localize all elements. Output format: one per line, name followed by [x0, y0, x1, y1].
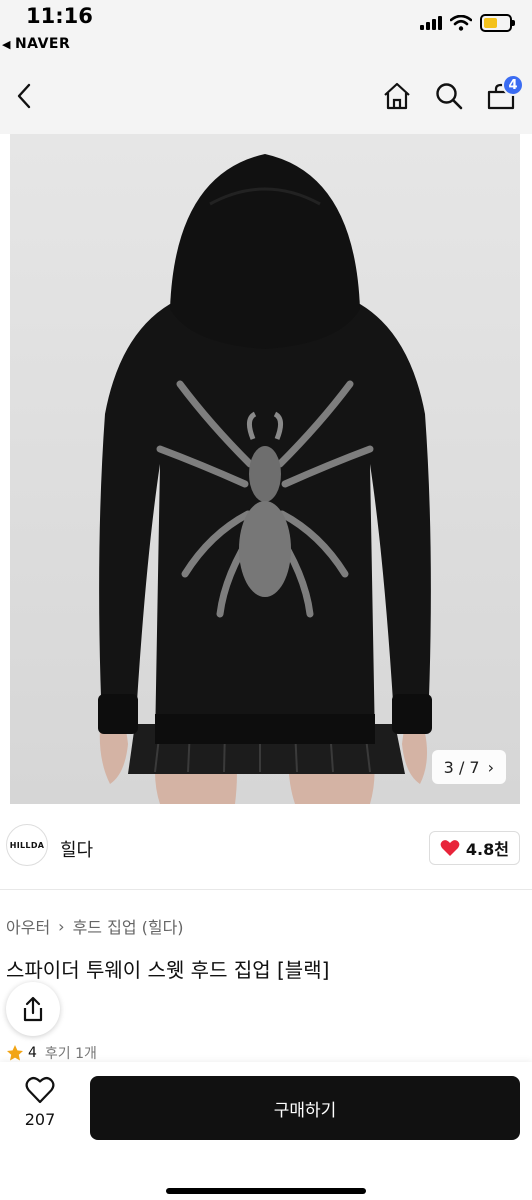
product-title: 스파이더 투웨이 스웻 후드 집업 [블랙]: [6, 958, 330, 982]
share-icon: [23, 996, 43, 1022]
brand-row[interactable]: HILLDA 힐다 4.8천: [0, 804, 532, 890]
brand-logo: HILLDA: [6, 824, 48, 866]
home-indicator: [166, 1188, 366, 1194]
status-bar: 11:16 ◀ NAVER: [0, 0, 532, 58]
breadcrumb-item-outerwear[interactable]: 아우터: [6, 914, 50, 938]
review-summary[interactable]: 4 후기 1개: [6, 1043, 97, 1063]
star-icon: [7, 1045, 23, 1061]
product-image[interactable]: 3 / 7 ›: [10, 134, 520, 804]
heart-filled-icon: [440, 840, 460, 856]
wifi-icon: [450, 15, 472, 31]
cart-count-badge: 4: [502, 74, 524, 96]
image-counter[interactable]: 3 / 7 ›: [431, 750, 506, 784]
nav-bar: 4: [0, 58, 532, 134]
breadcrumb: 아우터 › 후드 집업 (힐다): [6, 914, 184, 938]
bottom-action-bar: 207 구매하기: [0, 1062, 532, 1200]
wishlist-button[interactable]: 207: [14, 1076, 66, 1129]
back-icon: [17, 83, 31, 109]
image-counter-label: 3 / 7: [443, 757, 480, 777]
cart-button[interactable]: 4: [484, 74, 524, 114]
back-button[interactable]: [8, 78, 40, 114]
battery-icon: [480, 14, 515, 32]
brand-like-count: 4.8천: [465, 840, 509, 859]
search-button[interactable]: [432, 78, 466, 114]
home-icon: [384, 82, 410, 110]
heart-outline-icon: [25, 1077, 55, 1104]
review-rating: 4: [28, 1045, 37, 1061]
review-count: 후기 1개: [44, 1046, 97, 1062]
search-icon: [436, 83, 463, 110]
breadcrumb-item-hood-zipup[interactable]: 후드 집업 (힐다): [73, 914, 184, 938]
home-button[interactable]: [380, 78, 414, 114]
status-icons: [420, 14, 515, 32]
back-to-app-link[interactable]: ◀ NAVER: [2, 36, 70, 52]
wishlist-count: 207: [24, 1110, 56, 1129]
back-app-label: NAVER: [14, 36, 71, 52]
share-button[interactable]: [6, 982, 60, 1036]
hoodie-photo: [10, 134, 520, 804]
nav-actions: 4: [380, 74, 524, 114]
status-time: 11:16: [26, 4, 93, 28]
signal-icon: [420, 16, 442, 30]
chevron-right-icon: ›: [487, 757, 494, 777]
buy-button[interactable]: 구매하기: [90, 1076, 520, 1140]
breadcrumb-separator-icon: ›: [58, 916, 65, 936]
brand-name: 힐다: [60, 840, 94, 861]
brand-like-button[interactable]: 4.8천: [428, 831, 520, 865]
back-triangle-icon: ◀: [2, 38, 11, 51]
